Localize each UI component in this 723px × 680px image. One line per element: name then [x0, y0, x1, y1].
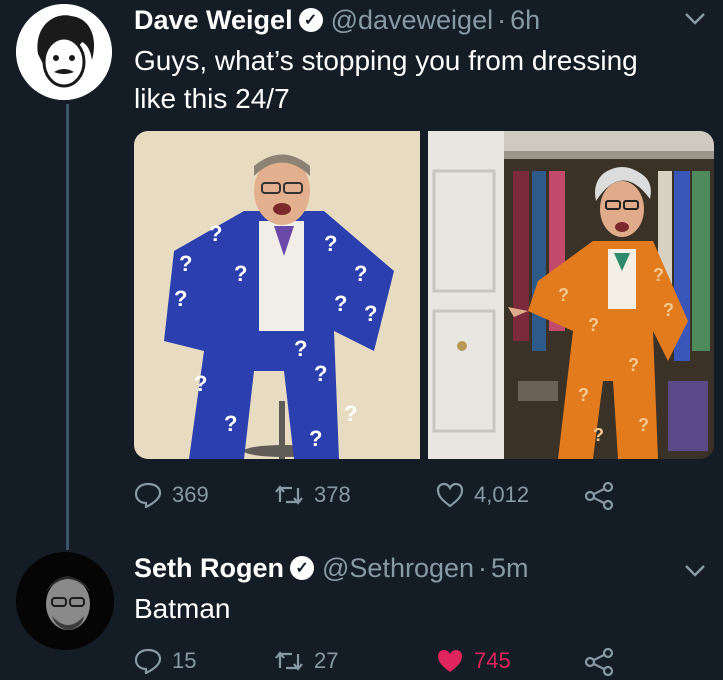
svg-text:?: ? — [364, 301, 377, 326]
avatar-illustration — [16, 4, 112, 100]
svg-text:?: ? — [224, 411, 237, 436]
svg-text:?: ? — [324, 231, 337, 256]
like-count: 4,012 — [474, 482, 530, 507]
svg-text:?: ? — [334, 291, 347, 316]
separator-dot: · — [478, 552, 488, 583]
photo-blue-question-suit[interactable]: ??? ??? ??? ??? ?? — [134, 131, 420, 459]
like-button[interactable]: 4,012 — [436, 482, 529, 508]
svg-text:?: ? — [294, 336, 307, 361]
svg-text:?: ? — [194, 371, 207, 396]
share-button[interactable] — [584, 648, 624, 676]
svg-text:?: ? — [578, 385, 589, 405]
svg-text:?: ? — [314, 361, 327, 386]
svg-text:?: ? — [558, 285, 569, 305]
svg-text:?: ? — [309, 426, 322, 451]
tweet-text-line: Guys, what’s stopping you from dressing — [134, 45, 638, 76]
share-icon — [584, 648, 614, 676]
retweet-button[interactable]: 27 — [274, 648, 338, 674]
like-button[interactable]: 745 — [436, 648, 511, 674]
heart-icon — [438, 650, 462, 672]
svg-text:?: ? — [628, 355, 639, 375]
display-name[interactable]: Dave Weigel — [134, 5, 293, 36]
svg-text:?: ? — [588, 315, 599, 335]
svg-text:?: ? — [344, 401, 357, 426]
tweet-text: Batman — [134, 593, 231, 624]
reply-button[interactable]: 15 — [134, 648, 196, 674]
retweet-button[interactable]: 378 — [274, 482, 351, 508]
tweet-header: Seth Rogen ✓ @Sethrogen · 5m — [134, 550, 529, 586]
svg-text:?: ? — [209, 221, 222, 246]
avatar[interactable] — [16, 4, 112, 100]
timestamp[interactable]: 5m — [491, 553, 529, 584]
svg-text:?: ? — [653, 265, 664, 285]
share-button[interactable] — [584, 482, 624, 510]
heart-icon — [436, 482, 464, 508]
reply-icon — [134, 482, 162, 508]
verified-badge-icon: ✓ — [290, 556, 315, 580]
tweet-actions: 369 378 4,012 — [134, 480, 634, 514]
retweet-count: 378 — [314, 482, 351, 507]
timestamp[interactable]: 6h — [510, 5, 540, 36]
chevron-down-icon[interactable] — [684, 558, 706, 584]
reply-count: 369 — [172, 482, 209, 507]
avatar-photo — [16, 552, 114, 650]
user-handle[interactable]: @Sethrogen — [322, 553, 474, 584]
retweet-count: 27 — [314, 648, 339, 673]
reply-count: 15 — [172, 648, 197, 673]
svg-text:?: ? — [593, 425, 604, 445]
tweet-header: Dave Weigel ✓ @daveweigel · 6h — [134, 2, 540, 38]
chevron-down-icon[interactable] — [684, 6, 706, 32]
retweet-icon — [275, 485, 303, 505]
svg-text:?: ? — [174, 286, 187, 311]
reply-button[interactable]: 369 — [134, 482, 209, 508]
svg-text:?: ? — [179, 251, 192, 276]
reply-icon — [134, 648, 162, 674]
verified-badge-icon: ✓ — [298, 8, 323, 32]
svg-text:?: ? — [234, 261, 247, 286]
like-count: 745 — [474, 648, 511, 673]
svg-text:?: ? — [663, 300, 674, 320]
photo-orange-question-suit[interactable]: ??? ??? ?? — [428, 131, 714, 459]
svg-text:?: ? — [354, 261, 367, 286]
avatar[interactable] — [16, 552, 114, 650]
retweet-icon — [275, 651, 303, 671]
tweet-seth-rogen[interactable]: Seth Rogen ✓ @Sethrogen · 5m Batman 15 2… — [0, 540, 723, 676]
tweet-actions: 15 27 745 — [134, 646, 634, 680]
tweet-dave-weigel[interactable]: Dave Weigel ✓ @daveweigel · 6h Guys, wha… — [0, 0, 723, 540]
separator-dot: · — [497, 4, 507, 35]
share-icon — [584, 482, 614, 510]
user-handle[interactable]: @daveweigel — [331, 5, 494, 36]
display-name[interactable]: Seth Rogen — [134, 553, 284, 584]
svg-text:?: ? — [638, 415, 649, 435]
tweet-text: Guys, what’s stopping you from dressing … — [134, 42, 638, 118]
tweet-text-line: like this 24/7 — [134, 83, 290, 114]
tweet-media[interactable]: ??? ??? ??? ??? ?? ? ? ? ? ? ? ? ? — [134, 131, 714, 459]
